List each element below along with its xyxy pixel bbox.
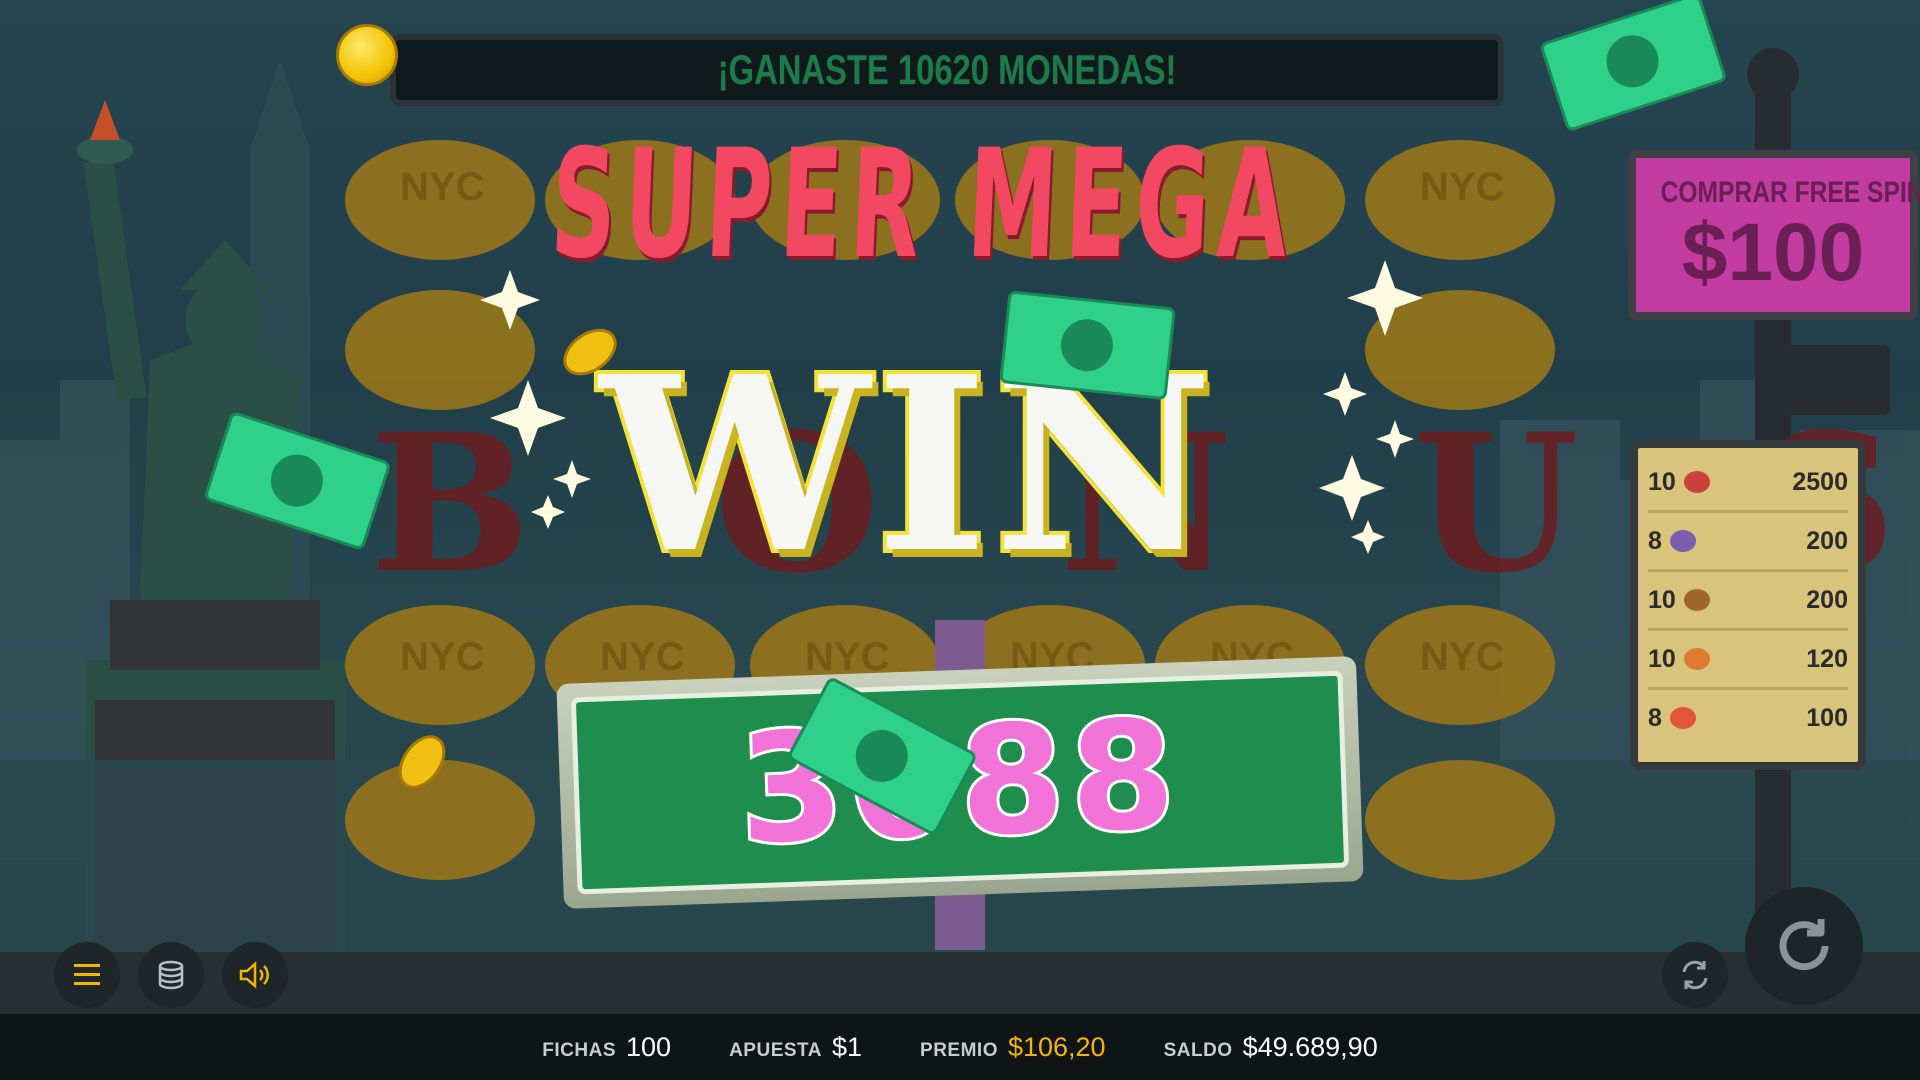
dollar-bill-icons (205, 0, 1726, 835)
game-scene: NYC NYC NYC NYC NYC NYC NYC NYC BONUS! ¡… (0, 0, 1920, 952)
menu-icon (74, 964, 100, 985)
spin-button[interactable] (1745, 887, 1863, 1005)
chips-value: 100 (626, 1031, 672, 1062)
menu-button[interactable] (54, 942, 120, 1008)
speaker-icon (239, 961, 269, 989)
bet-stat: APUESTA $1 (729, 1032, 862, 1063)
chips-stat: FICHAS 100 (542, 1032, 671, 1063)
bet-chips-button[interactable] (138, 942, 204, 1008)
coin-icons (398, 328, 617, 789)
prize-stat: PREMIO $106,20 (920, 1032, 1106, 1063)
bet-label: APUESTA (729, 1039, 822, 1061)
balance-stat: SALDO $49.689,90 (1164, 1032, 1378, 1063)
spin-icon (1779, 919, 1829, 971)
chips-label: FICHAS (542, 1039, 617, 1061)
balance-label: SALDO (1163, 1039, 1233, 1061)
prize-label: PREMIO (920, 1039, 998, 1061)
autoplay-button[interactable] (1662, 942, 1728, 1008)
sound-button[interactable] (222, 942, 288, 1008)
status-bar: FICHAS 100 APUESTA $1 PREMIO $106,20 SAL… (0, 1014, 1920, 1080)
sparkle-icons (480, 260, 1423, 554)
autoplay-icon (1682, 960, 1708, 990)
control-bar (0, 952, 1920, 1014)
balance-value: $49.689,90 (1242, 1031, 1378, 1062)
coins-stack-icon (158, 960, 184, 990)
bet-value: $1 (831, 1031, 863, 1062)
celebration-effects (205, 0, 1726, 835)
prize-value: $106,20 (1007, 1031, 1106, 1062)
